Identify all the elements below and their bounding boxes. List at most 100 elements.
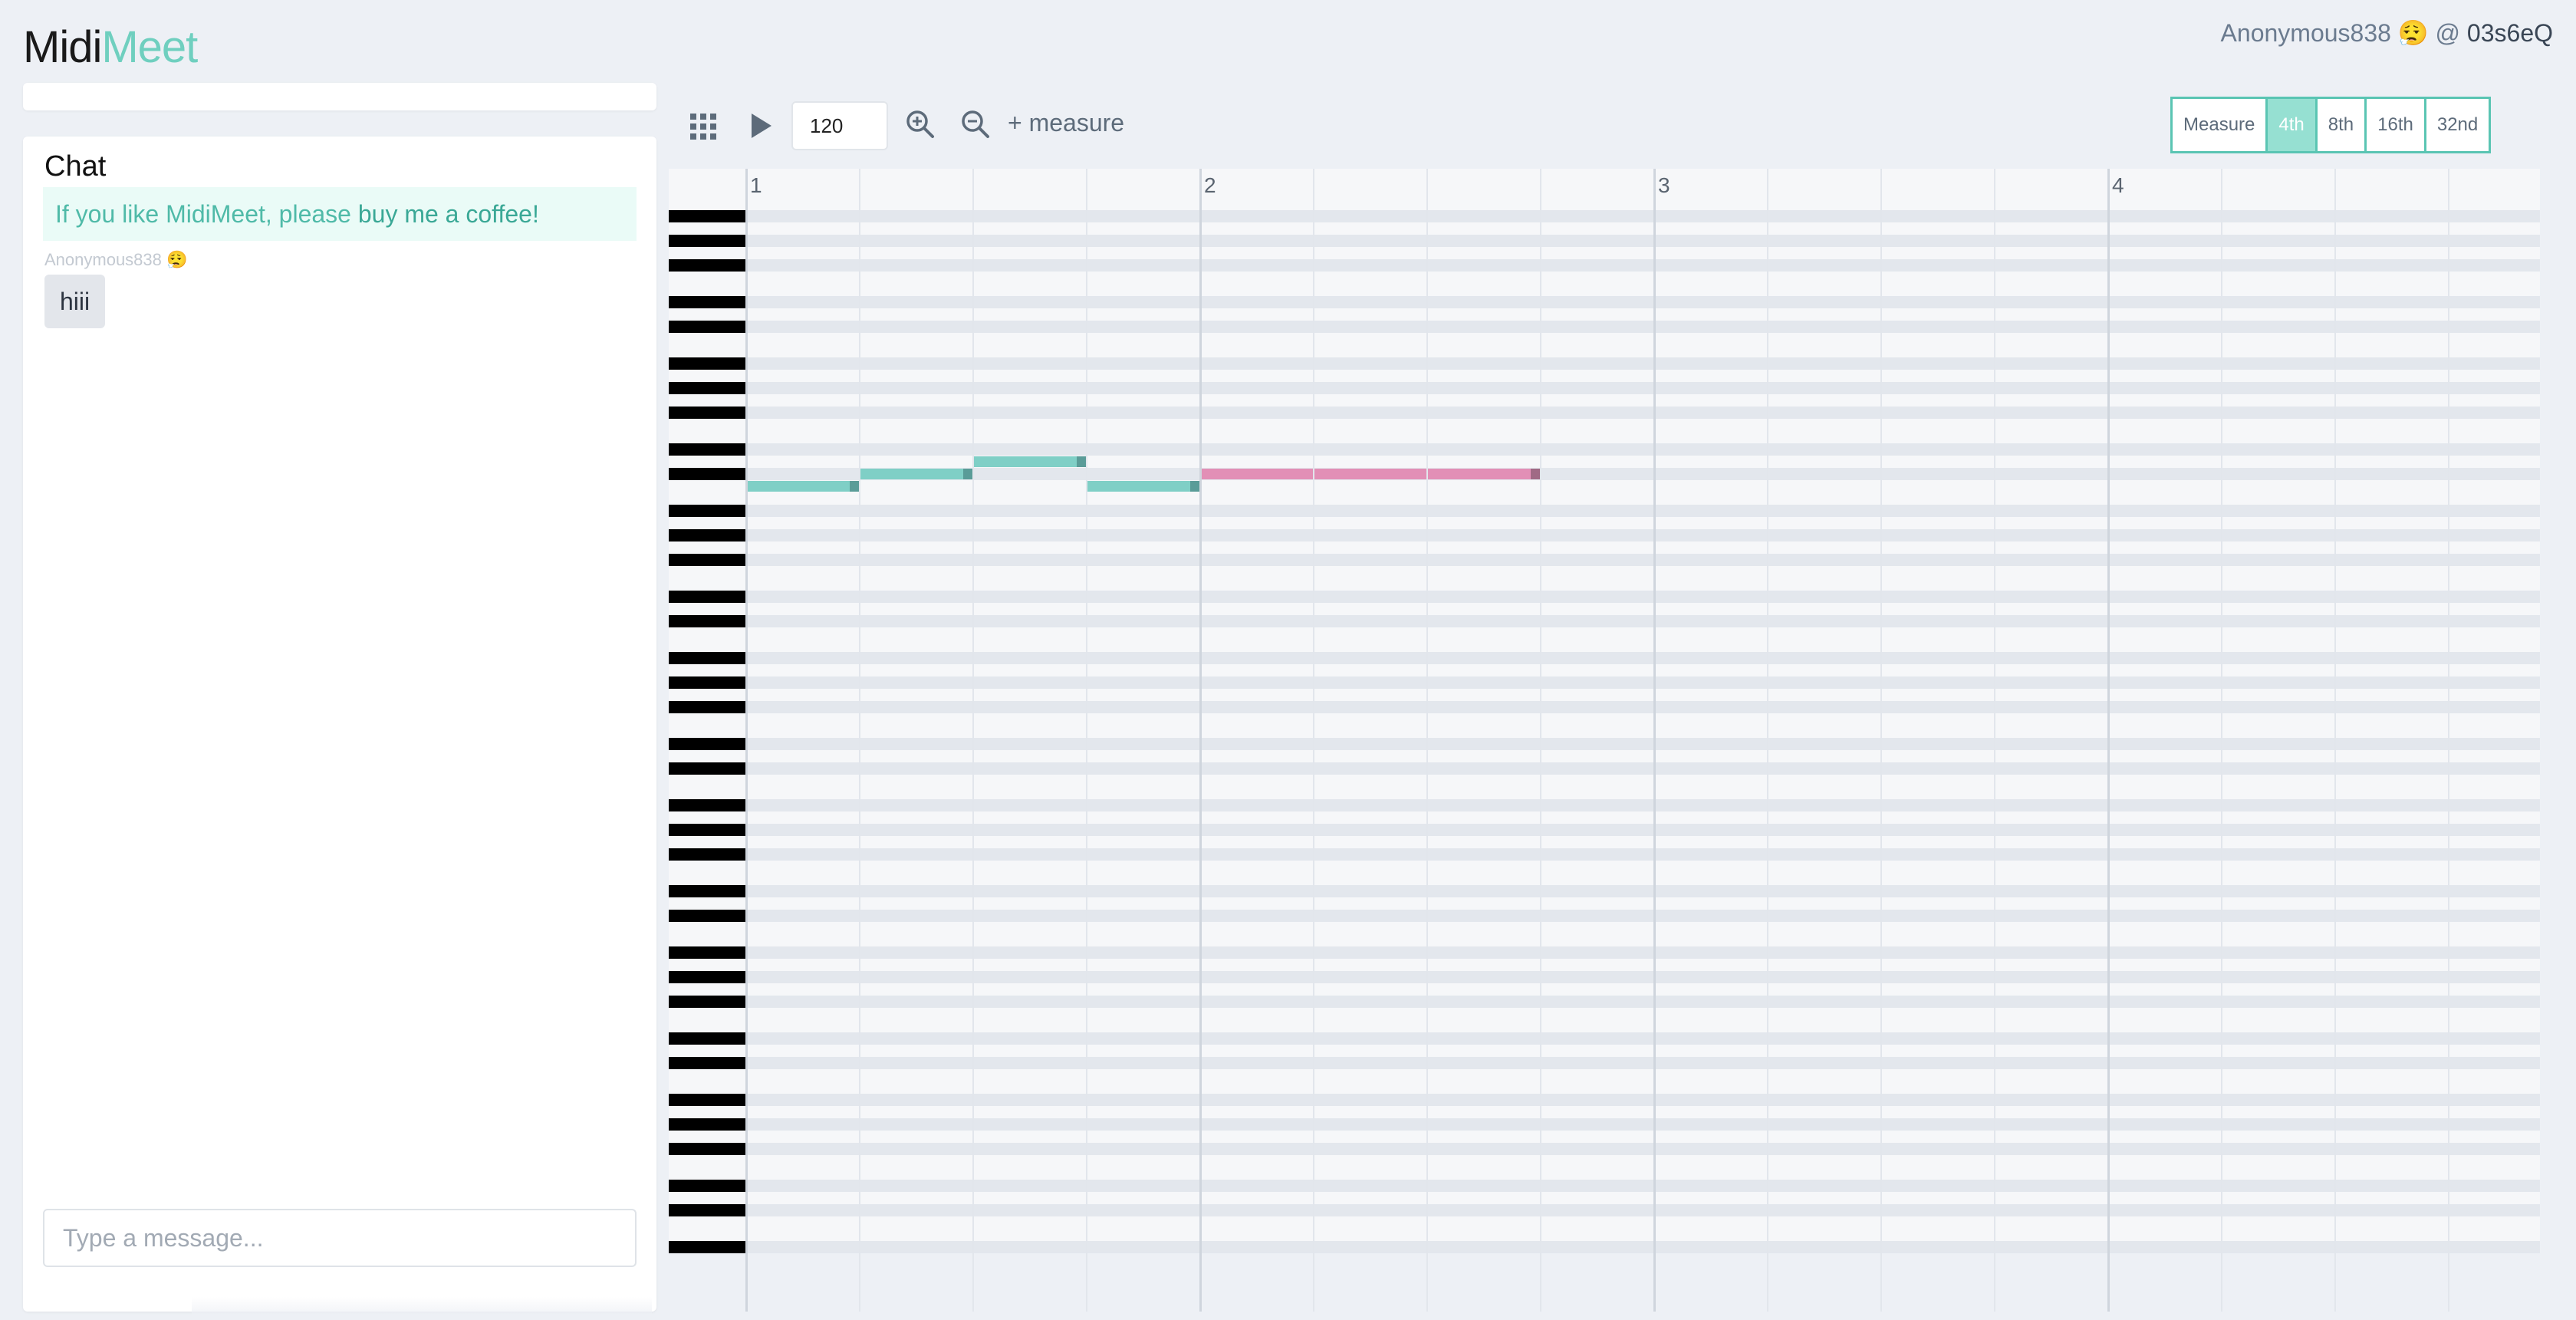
note-row[interactable] (669, 922, 2540, 934)
piano-black-key[interactable] (669, 1180, 745, 1192)
piano-black-key[interactable] (669, 382, 745, 394)
note-row[interactable] (669, 799, 2540, 811)
piano-black-key[interactable] (669, 296, 745, 308)
note-row[interactable] (669, 971, 2540, 983)
note-row[interactable] (669, 1008, 2540, 1020)
midi-note[interactable] (1086, 481, 1199, 492)
zoom-in-icon[interactable] (903, 107, 937, 141)
note-row[interactable] (669, 996, 2540, 1008)
note-row[interactable] (669, 407, 2540, 419)
note-row[interactable] (669, 529, 2540, 541)
note-row[interactable] (669, 848, 2540, 861)
snap-option-measure[interactable]: Measure (2173, 99, 2268, 151)
piano-black-key[interactable] (669, 652, 745, 664)
piano-black-key[interactable] (669, 910, 745, 922)
snap-option-8th[interactable]: 8th (2317, 99, 2367, 151)
note-row[interactable] (669, 222, 2540, 235)
piano-black-key[interactable] (669, 885, 745, 897)
zoom-out-icon[interactable] (959, 107, 992, 141)
note-row[interactable] (669, 762, 2540, 775)
piano-black-key[interactable] (669, 1241, 745, 1253)
piano-black-key[interactable] (669, 762, 745, 775)
note-row[interactable] (669, 296, 2540, 308)
note-row[interactable] (669, 505, 2540, 517)
note-row[interactable] (669, 946, 2540, 959)
note-row[interactable] (669, 517, 2540, 529)
note-row[interactable] (669, 627, 2540, 640)
piano-black-key[interactable] (669, 235, 745, 247)
note-row[interactable] (669, 861, 2540, 873)
note-row[interactable] (669, 603, 2540, 615)
piano-black-key[interactable] (669, 529, 745, 541)
note-row[interactable] (669, 308, 2540, 321)
note-row[interactable] (669, 1057, 2540, 1069)
piano-black-key[interactable] (669, 259, 745, 272)
note-row[interactable] (669, 1081, 2540, 1094)
note-row[interactable] (669, 333, 2540, 345)
note-row[interactable] (669, 983, 2540, 996)
note-row[interactable] (669, 910, 2540, 922)
note-row[interactable] (669, 640, 2540, 652)
piano-black-key[interactable] (669, 505, 745, 517)
note-row[interactable] (669, 284, 2540, 296)
piano-black-key[interactable] (669, 848, 745, 861)
add-measure-button[interactable]: + measure (1008, 109, 1124, 137)
play-icon[interactable] (752, 114, 771, 138)
note-row[interactable] (669, 357, 2540, 370)
note-row[interactable] (669, 1143, 2540, 1155)
piano-black-key[interactable] (669, 946, 745, 959)
note-row[interactable] (669, 456, 2540, 468)
note-row[interactable] (669, 259, 2540, 272)
note-row[interactable] (669, 321, 2540, 333)
note-row[interactable] (669, 272, 2540, 284)
note-row[interactable] (669, 787, 2540, 799)
piano-black-key[interactable] (669, 615, 745, 627)
piano-black-key[interactable] (669, 1143, 745, 1155)
note-row[interactable] (669, 541, 2540, 554)
piano-black-key[interactable] (669, 1032, 745, 1045)
note-row[interactable] (669, 1204, 2540, 1216)
piano-roll[interactable]: 1 2 3 4 (669, 169, 2540, 1312)
note-row[interactable] (669, 824, 2540, 836)
note-row[interactable] (669, 419, 2540, 431)
note-row[interactable] (669, 1167, 2540, 1180)
chat-message-input[interactable] (43, 1209, 637, 1267)
note-row[interactable] (669, 1106, 2540, 1118)
note-row[interactable] (669, 1032, 2540, 1045)
note-row[interactable] (669, 247, 2540, 259)
piano-black-key[interactable] (669, 1094, 745, 1106)
note-row[interactable] (669, 1094, 2540, 1106)
midi-note[interactable] (1199, 469, 1540, 479)
midi-note[interactable] (745, 481, 859, 492)
note-row[interactable] (669, 431, 2540, 443)
note-row[interactable] (669, 615, 2540, 627)
note-row[interactable] (669, 676, 2540, 689)
note-row[interactable] (669, 897, 2540, 910)
note-row[interactable] (669, 1241, 2540, 1253)
midi-note[interactable] (972, 456, 1086, 467)
note-row[interactable] (669, 959, 2540, 971)
tempo-input[interactable] (791, 101, 888, 150)
note-row[interactable] (669, 578, 2540, 591)
note-row[interactable] (669, 235, 2540, 247)
note-row[interactable] (669, 1118, 2540, 1131)
note-row[interactable] (669, 701, 2540, 713)
snap-option-4th[interactable]: 4th (2268, 99, 2318, 151)
piano-black-key[interactable] (669, 443, 745, 456)
snap-option-32nd[interactable]: 32nd (2426, 99, 2489, 151)
note-row[interactable] (669, 664, 2540, 676)
snap-option-16th[interactable]: 16th (2367, 99, 2426, 151)
piano-black-key[interactable] (669, 799, 745, 811)
note-row[interactable] (669, 1155, 2540, 1167)
buy-coffee-link[interactable]: buy me a coffee! (358, 200, 539, 228)
piano-black-key[interactable] (669, 738, 745, 750)
piano-black-key[interactable] (669, 321, 745, 333)
note-row[interactable] (669, 210, 2540, 222)
note-row[interactable] (669, 689, 2540, 701)
piano-black-key[interactable] (669, 824, 745, 836)
note-row[interactable] (669, 738, 2540, 750)
note-row[interactable] (669, 836, 2540, 848)
piano-black-key[interactable] (669, 996, 745, 1008)
note-row[interactable] (669, 1045, 2540, 1057)
piano-black-key[interactable] (669, 554, 745, 566)
